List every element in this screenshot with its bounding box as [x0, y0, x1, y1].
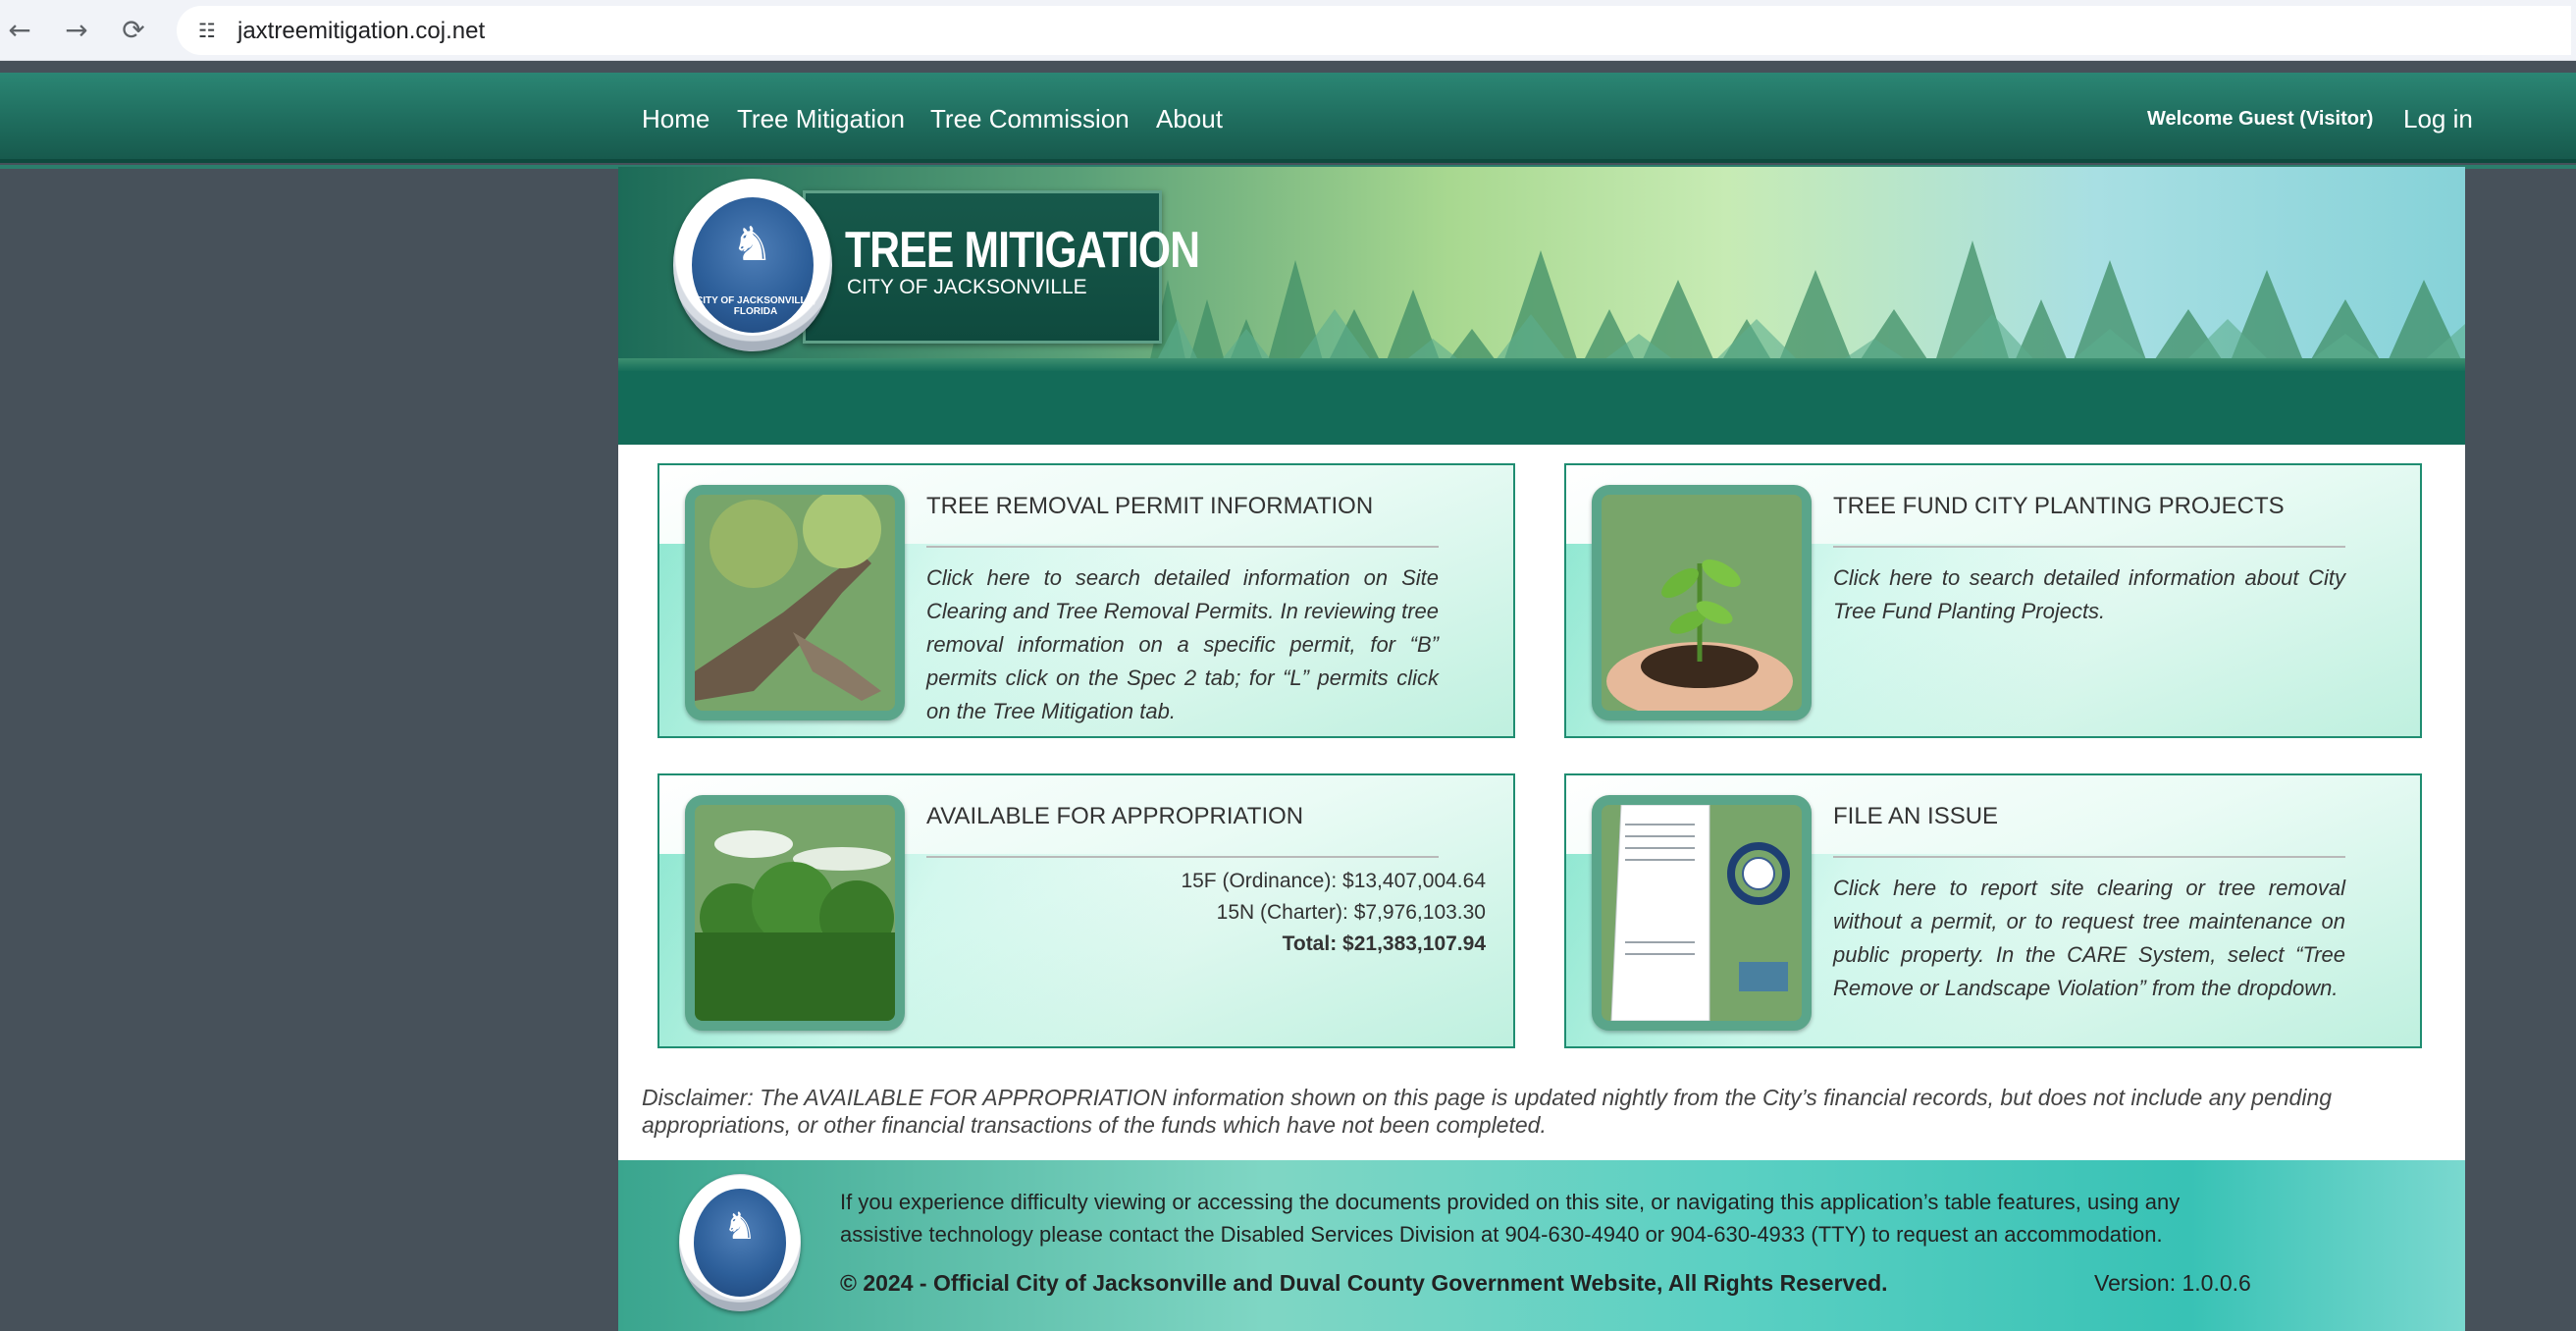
header-banner: TREE MITIGATION CITY OF JACKSONVILLE ♞ C…	[618, 167, 2465, 445]
fund-amounts: 15F (Ordinance): $13,407,004.64 15N (Cha…	[926, 866, 1486, 960]
card-divider	[926, 546, 1439, 548]
file-an-issue-card[interactable]: FILE AN ISSUE Click here to report site …	[1564, 773, 2422, 1048]
horse-rider-icon: ♞	[723, 1204, 758, 1248]
horse-rider-icon: ♞	[731, 217, 774, 272]
city-seal-logo: ♞ CITY OF JACKSONVILLE, FLORIDA	[673, 179, 832, 351]
url-text[interactable]: jaxtreemitigation.coj.net	[237, 18, 485, 45]
fund-total-amount: Total: $21,383,107.94	[1282, 932, 1486, 955]
version-text: Version: 1.0.0.6	[2094, 1270, 2251, 1296]
site-title: TREE MITIGATION	[845, 222, 1200, 279]
footer-city-seal-logo: ♞	[679, 1174, 801, 1311]
login-link[interactable]: Log in	[2403, 104, 2473, 134]
banner-band-top	[618, 358, 2465, 372]
card-title: TREE FUND CITY PLANTING PROJECTS	[1833, 493, 2285, 519]
brochure-image	[1592, 795, 1812, 1031]
card-divider	[926, 856, 1439, 858]
tree-fund-planting-card[interactable]: TREE FUND CITY PLANTING PROJECTS Click h…	[1564, 463, 2422, 738]
card-description: Click here to search detailed informatio…	[1833, 565, 2345, 623]
seal-text: CITY OF JACKSONVILLE, FLORIDA	[695, 295, 816, 317]
fund-15n-amount: 15N (Charter): $7,976,103.30	[1216, 901, 1486, 924]
address-bar[interactable]: ☷ jaxtreemitigation.coj.net	[177, 6, 2571, 55]
site-subtitle: CITY OF JACKSONVILLE	[847, 276, 1087, 298]
nav-tree-commission-link[interactable]: Tree Commission	[930, 104, 1130, 134]
card-title: TREE REMOVAL PERMIT INFORMATION	[926, 493, 1374, 519]
available-for-appropriation-card: AVAILABLE FOR APPROPRIATION 15F (Ordinan…	[657, 773, 1515, 1048]
card-description: Click here to report site clearing or tr…	[1833, 876, 2345, 1000]
site-title-box: TREE MITIGATION CITY OF JACKSONVILLE	[803, 190, 1200, 344]
copyright-text: © 2024 - Official City of Jacksonville a…	[840, 1270, 1888, 1296]
fund-15f-amount: 15F (Ordinance): $13,407,004.64	[1181, 870, 1486, 892]
card-description: Click here to search detailed informatio…	[926, 565, 1439, 723]
nav-tree-mitigation-link[interactable]: Tree Mitigation	[737, 104, 905, 134]
browser-toolbar: ← → ⟳ ☷ jaxtreemitigation.coj.net	[0, 0, 2576, 61]
site-info-icon[interactable]: ☷	[192, 16, 222, 45]
card-title: AVAILABLE FOR APPROPRIATION	[926, 803, 1304, 829]
top-navbar: Home Tree Mitigation Tree Commission Abo…	[0, 73, 2576, 169]
disclaimer-text: Disclaimer: The AVAILABLE FOR APPROPRIAT…	[642, 1085, 2333, 1138]
main-container: TREE MITIGATION CITY OF JACKSONVILLE ♞ C…	[618, 167, 2465, 1331]
page-footer: ♞ If you experience difficulty viewing o…	[618, 1160, 2465, 1331]
welcome-text: Welcome Guest (Visitor)	[2147, 108, 2374, 130]
seedling-in-hands-image	[1592, 485, 1812, 720]
card-divider	[1833, 546, 2345, 548]
treeline-sky-image	[685, 795, 905, 1031]
forward-arrow-icon[interactable]: →	[59, 12, 94, 47]
fallen-tree-image	[685, 485, 905, 720]
card-divider	[1833, 856, 2345, 858]
back-arrow-icon[interactable]: ←	[2, 12, 37, 47]
reload-icon[interactable]: ⟳	[116, 12, 151, 47]
nav-home-link[interactable]: Home	[642, 104, 710, 134]
nav-about-link[interactable]: About	[1156, 104, 1223, 134]
accessibility-notice: If you experience difficulty viewing or …	[840, 1190, 2181, 1247]
tree-removal-permit-card[interactable]: TREE REMOVAL PERMIT INFORMATION Click he…	[657, 463, 1515, 738]
forest-silhouette	[1148, 240, 2465, 378]
banner-band	[618, 371, 2465, 445]
card-title: FILE AN ISSUE	[1833, 803, 1999, 829]
